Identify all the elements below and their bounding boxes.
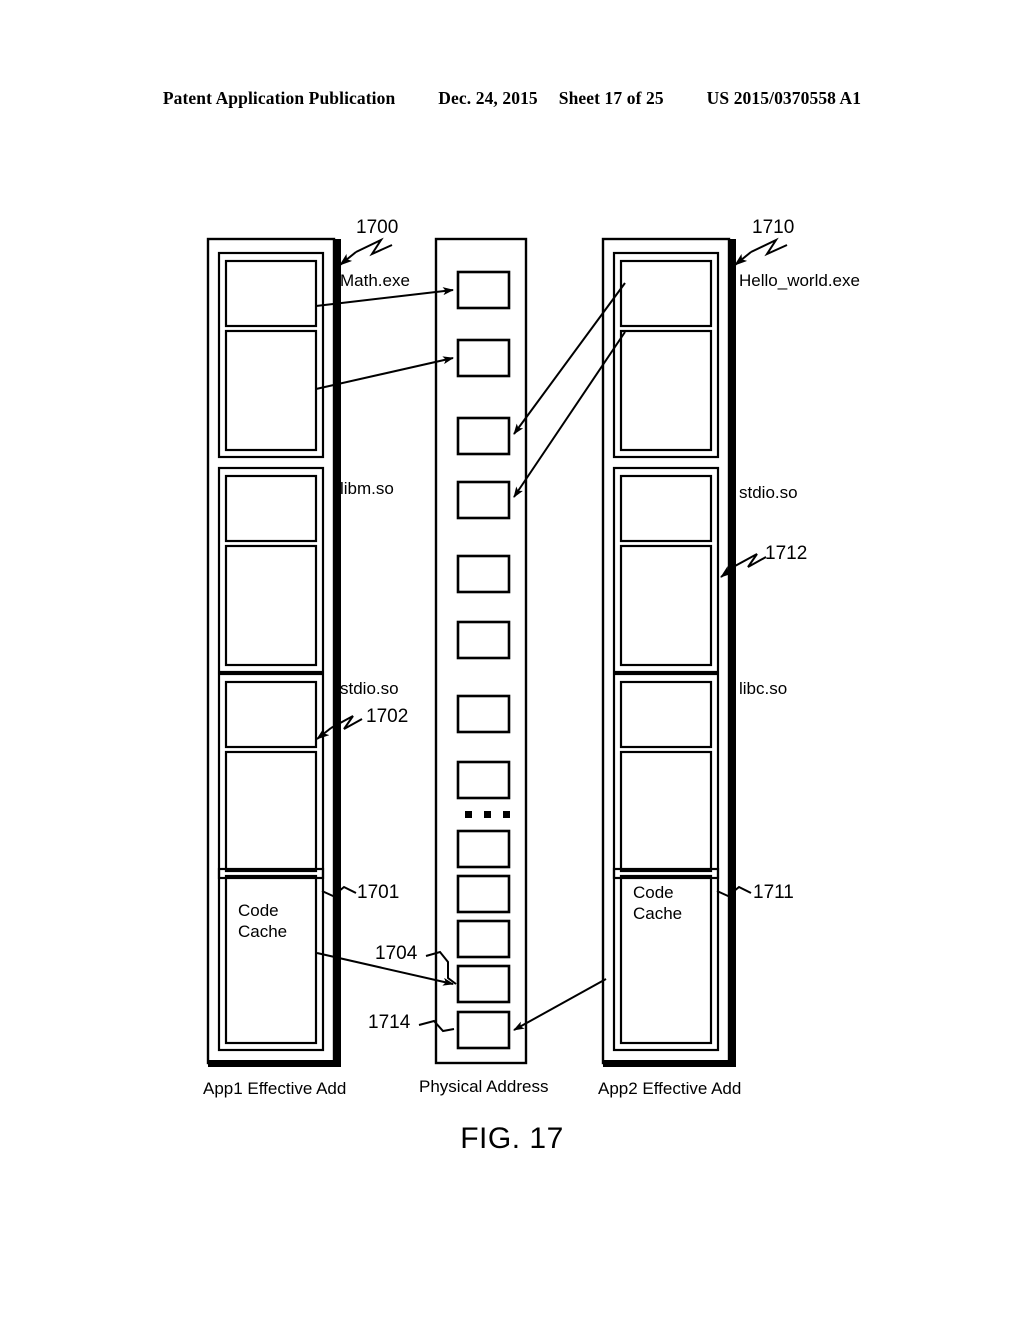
app2-module-group-libc-so xyxy=(612,672,720,880)
leader-1700-arrow xyxy=(339,251,357,266)
app2-address-space-bar xyxy=(729,239,736,1067)
app1-module-group-math-exe xyxy=(217,251,325,459)
physical-address-column xyxy=(434,237,528,1065)
physical-page-6 xyxy=(456,620,511,660)
physical-page-5 xyxy=(456,554,511,594)
app2-module-group-hello-world-exe xyxy=(612,251,720,459)
reference-leader-lines xyxy=(316,237,788,1033)
refnum-1701: 1701 xyxy=(357,882,400,903)
app2-code-cache-label: Code Cache xyxy=(633,882,682,925)
physical-page-1714 xyxy=(456,1010,511,1050)
app1-code-cache-line-2: Cache xyxy=(238,922,288,942)
leader-1710-arrow xyxy=(734,251,752,266)
app2-module-segment-2b xyxy=(619,544,713,667)
app2-module-label-stdio-so: stdio.so xyxy=(739,483,798,502)
figure-caption: FIG. 17 xyxy=(460,1122,564,1155)
app1-module-group-outline-1 xyxy=(217,251,325,459)
arrow-app2-codecache-to-page1714 xyxy=(513,978,607,1031)
app1-module-segment-2a xyxy=(224,474,318,543)
app1-code-cache-outline xyxy=(217,867,325,1052)
app1-module-segment-3a xyxy=(224,680,318,749)
app2-module-group-outline-3 xyxy=(612,672,720,880)
refnum-1702: 1702 xyxy=(366,706,409,727)
leader-1712 xyxy=(734,553,767,568)
app2-module-group-outline-1 xyxy=(612,251,720,459)
physical-page-10 xyxy=(456,874,511,914)
physical-memory-frame xyxy=(434,237,528,1065)
app1-module-group-outline-2 xyxy=(217,466,325,674)
app1-module-label-stdio-so: stdio.so xyxy=(340,679,399,698)
app1-code-cache-block xyxy=(217,867,325,1052)
patent-figure-17: Math.exe libm.so stdio.so Hello_world.ex… xyxy=(0,0,1024,1320)
mapping-arrows xyxy=(315,282,626,1031)
app1-effective-address-column xyxy=(206,237,341,1067)
app2-module-segment-1b xyxy=(619,329,713,452)
physical-page-9 xyxy=(456,829,511,869)
caption-app1-effective-add: App1 Effective Add xyxy=(203,1079,347,1098)
caption-app2-effective-add: App2 Effective Add xyxy=(598,1079,742,1098)
physical-pages-ellipsis xyxy=(465,811,510,818)
app1-module-group-libm-so xyxy=(217,466,325,674)
app2-module-group-outline-2 xyxy=(612,466,720,674)
physical-page-3 xyxy=(456,416,511,456)
app2-module-label-hello-world-exe: Hello_world.exe xyxy=(739,271,860,290)
app1-code-cache-line-1: Code xyxy=(238,901,279,920)
app2-code-cache-line-1: Code xyxy=(633,883,674,902)
app2-module-segment-3b xyxy=(619,750,713,873)
app1-module-group-outline-3 xyxy=(217,672,325,880)
app2-module-segment-1a xyxy=(619,259,713,328)
physical-page-7 xyxy=(456,694,511,734)
physical-page-2 xyxy=(456,338,511,378)
app2-effective-address-column xyxy=(601,237,736,1067)
app1-address-space-bar xyxy=(334,239,341,1067)
physical-page-4 xyxy=(456,480,511,520)
app1-bottom-shadow xyxy=(208,1060,341,1067)
app1-module-segment-1a xyxy=(224,259,318,328)
app1-module-segment-2b xyxy=(224,544,318,667)
physical-page-8 xyxy=(456,760,511,800)
refnum-1700: 1700 xyxy=(356,217,399,238)
physical-page-11 xyxy=(456,919,511,959)
refnum-1714: 1714 xyxy=(368,1012,411,1033)
app1-code-cache-label: Code Cache xyxy=(238,900,287,943)
app2-bottom-shadow xyxy=(603,1060,736,1067)
app2-module-label-libc-so: libc.so xyxy=(739,679,788,698)
app2-code-cache-line-2: Cache xyxy=(633,904,683,924)
caption-physical-address: Physical Address xyxy=(419,1077,549,1096)
app1-module-segment-1b xyxy=(224,329,318,452)
refnum-1712: 1712 xyxy=(765,543,808,564)
leader-1710 xyxy=(750,237,788,257)
refnum-1704: 1704 xyxy=(375,943,418,964)
app2-module-segment-3a xyxy=(619,680,713,749)
refnum-1711: 1711 xyxy=(753,882,794,903)
app1-module-group-stdio-so xyxy=(217,672,325,880)
leader-1700 xyxy=(355,237,393,257)
app1-module-label-math-exe: Math.exe xyxy=(340,271,410,290)
physical-page-1704 xyxy=(456,964,511,1004)
app1-module-segment-3b xyxy=(224,750,318,873)
app2-module-group-stdio-so xyxy=(612,466,720,674)
app1-module-label-libm-so: libm.so xyxy=(340,479,394,498)
app2-module-segment-2a xyxy=(619,474,713,543)
physical-page-1 xyxy=(456,270,511,310)
arrow-app2-seg2-to-page4 xyxy=(513,331,626,498)
refnum-1710: 1710 xyxy=(752,217,795,238)
